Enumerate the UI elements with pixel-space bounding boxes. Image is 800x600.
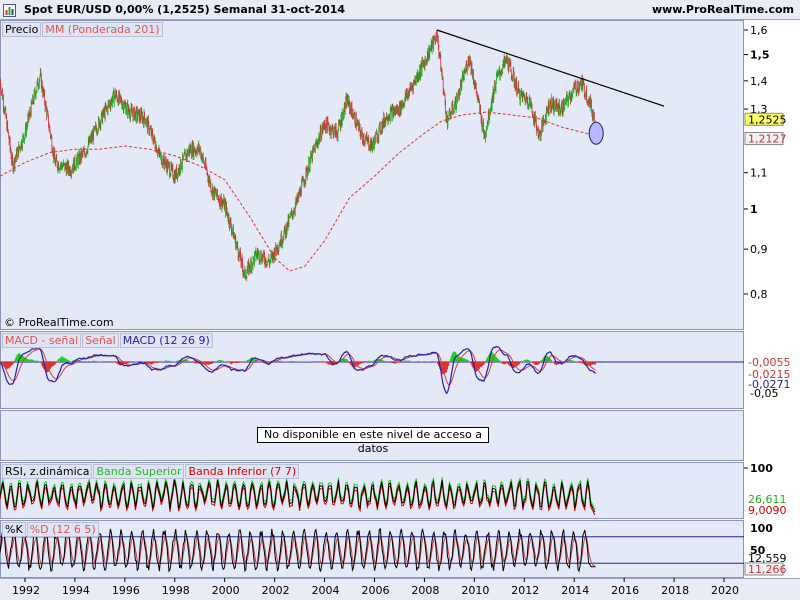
unavailable-message: No disponible en este nivel de acceso a … [257,427,489,455]
price-legend: Precio MM (Ponderada 201) [2,22,164,37]
stochastic-panel[interactable]: %K %D (12 6 5) [0,520,744,578]
macd-value-label: -0,0055 [748,356,790,369]
stochastic-legend: %K %D (12 6 5) [2,522,100,537]
legend-rsi-upper[interactable]: Banda Superior [93,464,185,479]
unavailable-panel: No disponible en este nivel de acceso a … [0,410,744,461]
stoch-d-value: 11,266 [748,563,787,576]
price-axis-label: 1,5 [750,49,770,62]
legend-macd-signal[interactable]: Señal [82,333,119,348]
last-price-label: 1,2525 [748,113,787,126]
price-axis-label: 0,8 [750,288,768,301]
price-panel[interactable]: Precio MM (Ponderada 201) [0,20,744,330]
legend-stoch-d[interactable]: %D (12 6 5) [26,522,99,537]
chart-icon[interactable] [3,4,16,17]
ma-value-label: 1,2127 [748,133,787,146]
legend-macd-line[interactable]: MACD (12 26 9) [119,333,213,348]
rsi-upper-value: 26,611 [748,493,787,506]
macd-panel[interactable]: MACD - señal Señal MACD (12 26 9) [0,331,744,409]
legend-rsi[interactable]: RSI, z.dinámica [2,464,93,479]
legend-macd-histogram[interactable]: MACD - señal [2,333,82,348]
price-axis-label: 1,3 [750,103,768,116]
macd-axis-label: -0,05 [750,387,778,400]
macd-legend: MACD - señal Señal MACD (12 26 9) [2,333,214,348]
legend-rsi-lower[interactable]: Banda Inferior (7 7) [185,464,300,479]
rsi-lower-value: 9,0090 [748,504,787,517]
legend-moving-average[interactable]: MM (Ponderada 201) [42,22,163,37]
price-axis-label: 1 [750,203,758,216]
stoch-axis-label: 100 [750,522,773,535]
rsi-axis-label: 100 [750,462,773,475]
time-axis[interactable] [0,578,800,600]
stoch-k-value: 12,559 [748,552,787,565]
legend-stoch-k[interactable]: %K [2,522,26,537]
chart-title: Spot EUR/USD 0,00% (1,2525) Semanal 31-o… [24,3,346,16]
last-price-label-box [744,112,784,126]
ma-value-label-box [744,132,784,146]
price-axis-label: 1,4 [750,75,768,88]
price-axis-label: 1,6 [750,24,768,37]
rsi-panel[interactable]: RSI, z.dinámica Banda Superior Banda Inf… [0,462,744,519]
macd-value-label: -0,0271 [748,378,790,391]
stoch-axis-label: 50 [750,544,766,557]
stoch-d-value-box [744,562,784,576]
rsi-legend: RSI, z.dinámica Banda Superior Banda Inf… [2,464,300,479]
chart-header: Spot EUR/USD 0,00% (1,2525) Semanal 31-o… [0,0,800,20]
price-axis-label: 0,9 [750,243,768,256]
legend-price[interactable]: Precio [2,22,42,37]
price-axis-label: 1,1 [750,167,768,180]
macd-value-label: -0,0215 [748,368,790,381]
copyright: © ProRealTime.com [4,316,114,329]
site-url[interactable]: www.ProRealTime.com [652,3,794,16]
